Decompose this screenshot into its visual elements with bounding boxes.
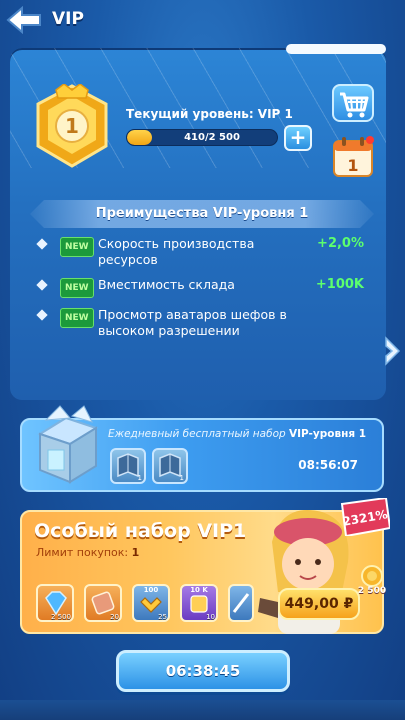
daily-pack-title: Ежедневный бесплатный набор VIP-уровня 1	[108, 428, 367, 440]
bottom-timer-button[interactable]: 06:38:45	[116, 650, 290, 692]
daily-pack-timer: 08:56:07	[298, 458, 358, 472]
add-vip-points-button[interactable]: +	[284, 125, 312, 151]
benefit-row: NEW Скорость производства ресурсов +2,0%	[36, 236, 368, 270]
item-top-count: 100	[143, 586, 159, 594]
chest-icon	[37, 405, 99, 484]
snow-decoration	[286, 44, 386, 54]
item-count: 1	[137, 474, 142, 482]
daily-reward-item[interactable]: 1	[110, 448, 146, 484]
discount-badge: 2321%	[340, 498, 390, 536]
benefits-title: Преимущества VIP-уровня 1	[95, 206, 309, 221]
new-badge: NEW	[60, 308, 94, 328]
daily-calendar-button[interactable]: 1	[332, 136, 374, 178]
benefit-text: Вместимость склада	[98, 277, 235, 292]
benefit-row: NEW Вместимость склада +100K	[36, 277, 368, 298]
offer-reward-item[interactable]: 10 K 10	[180, 584, 218, 622]
benefit-value: +100K	[315, 277, 364, 292]
offer-reward-item[interactable]: 2 500	[36, 584, 74, 622]
item-top-count: 10 K	[190, 586, 208, 594]
calendar-icon: 1	[333, 136, 374, 177]
benefit-text: Скорость производства ресурсов	[98, 236, 255, 267]
bullet-icon	[36, 309, 48, 321]
cart-icon	[340, 92, 369, 118]
new-badge: NEW	[60, 278, 94, 298]
next-level-arrow-icon[interactable]	[382, 336, 402, 366]
purchase-limit: Лимит покупок: 1	[36, 546, 140, 559]
offer-reward-item[interactable]: 20	[84, 584, 122, 622]
offer-reward-item[interactable]	[228, 584, 254, 622]
current-level-label: Текущий уровень: VIP 1	[126, 107, 293, 121]
calendar-day-number: 1	[347, 156, 358, 175]
item-count: 1	[179, 474, 184, 482]
bottom-decoration	[0, 700, 405, 720]
vip-progress-text: 410/2 500	[184, 132, 240, 143]
benefit-text: Просмотр аватаров шефов в высоком разреш…	[98, 307, 287, 338]
vip-progress-bar: 410/2 500	[126, 129, 278, 146]
page-title: VIP	[52, 9, 84, 29]
item-count: 20	[110, 613, 119, 621]
bullet-icon	[36, 279, 48, 291]
sword-ticket-icon	[232, 593, 250, 613]
daily-reward-item[interactable]: 1	[152, 448, 188, 484]
vip-level-badge: 1	[36, 84, 108, 168]
offer-title: Особый набор VIP1	[34, 520, 247, 542]
benefits-header: Преимущества VIP-уровня 1	[30, 200, 374, 228]
vip-badge-number: 1	[65, 114, 79, 138]
coin-icon	[361, 565, 383, 587]
item-count: 2 500	[50, 613, 71, 621]
benefit-row: NEW Просмотр аватаров шефов в высоком ра…	[36, 307, 368, 341]
daily-free-pack-card[interactable]: Ежедневный бесплатный набор VIP-уровня 1…	[20, 405, 384, 492]
back-arrow-icon[interactable]	[6, 6, 42, 34]
top-bar: VIP	[0, 0, 405, 44]
benefit-value: +2,0%	[317, 236, 364, 251]
item-count: 10	[206, 613, 215, 621]
buy-offer-button[interactable]: 449,00 ₽	[278, 588, 360, 620]
shop-cart-button[interactable]	[332, 84, 374, 122]
item-count: 25	[158, 613, 167, 621]
bullet-icon	[36, 238, 48, 250]
new-badge: NEW	[60, 237, 94, 257]
offer-reward-item[interactable]: 100 25	[132, 584, 170, 622]
